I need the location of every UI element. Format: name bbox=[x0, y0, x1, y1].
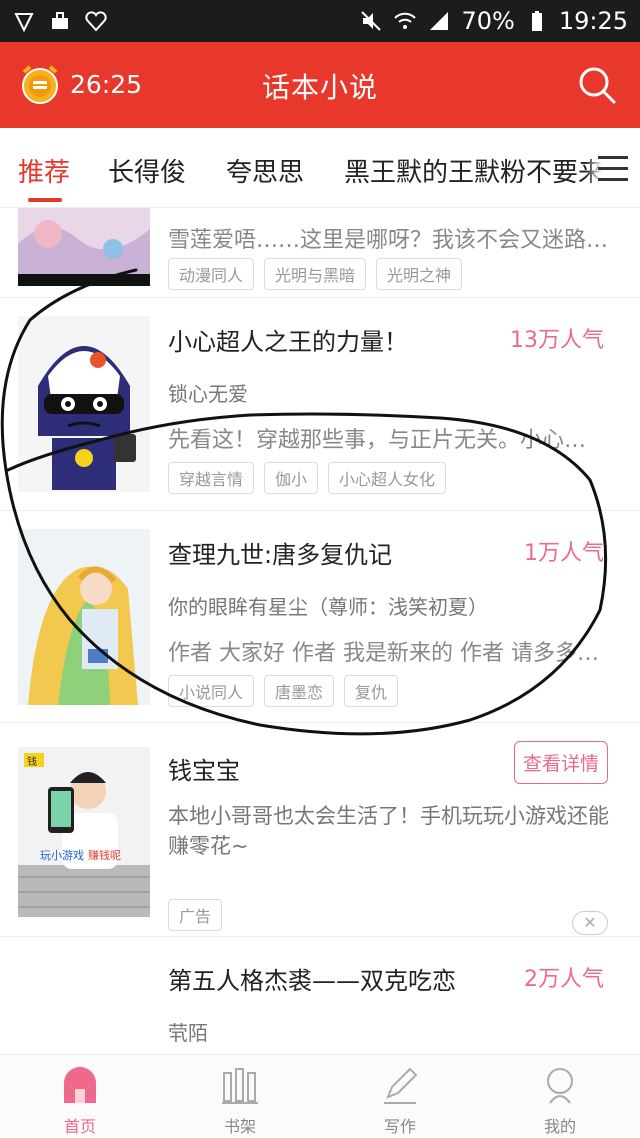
book-feed[interactable]: 雪莲爱唔……这里是哪呀？我该不会又迷路… 动漫同人 光明与黑暗 光明之神 小心超… bbox=[0, 208, 640, 1054]
nav-label: 我的 bbox=[543, 1117, 576, 1136]
tab-changdejun[interactable]: 长得俊 bbox=[108, 152, 186, 189]
app-header: 26:25 话本小说 bbox=[0, 42, 640, 128]
nav-write[interactable]: 写作 bbox=[320, 1055, 480, 1138]
ad-cover: 钱 玩小游戏 赚钱呢 bbox=[18, 747, 150, 917]
nav-label: 首页 bbox=[63, 1117, 96, 1136]
popularity: 1万人气 bbox=[524, 541, 604, 566]
pen-icon bbox=[384, 1067, 418, 1104]
shield-heart-icon bbox=[14, 13, 34, 33]
tab-recommend[interactable]: 推荐 bbox=[18, 152, 70, 189]
tag[interactable]: 小心超人女化 bbox=[328, 462, 447, 494]
nav-bookshelf[interactable]: 书架 bbox=[160, 1055, 320, 1138]
nav-label: 写作 bbox=[383, 1117, 416, 1136]
status-bar: 70% 19:25 bbox=[0, 0, 640, 42]
book-title: 查理九世:唐多复仇记 bbox=[168, 541, 393, 569]
profile-icon bbox=[547, 1068, 573, 1104]
book-tags: 动漫同人 光明与黑暗 光明之神 bbox=[168, 258, 463, 290]
ad-tags: 广告 bbox=[168, 899, 223, 931]
popularity: 13万人气 bbox=[510, 328, 604, 353]
tab-kuasisi[interactable]: 夸思思 bbox=[226, 152, 304, 189]
tag[interactable]: 复仇 bbox=[344, 675, 399, 707]
heart-badge-icon bbox=[85, 11, 107, 32]
tag[interactable]: 光明与黑暗 bbox=[264, 258, 367, 290]
clock: 19:25 bbox=[558, 7, 628, 35]
book-desc: 雪莲爱唔……这里是哪呀？我该不会又迷路… bbox=[168, 228, 609, 253]
nav-home[interactable]: 首页 bbox=[0, 1055, 160, 1138]
tag[interactable]: 光明之神 bbox=[376, 258, 463, 290]
book-author: 你的眼眸有星尘（尊师：浅笑初夏） bbox=[168, 595, 488, 619]
close-icon[interactable]: ✕ bbox=[572, 911, 608, 935]
tag[interactable]: 动漫同人 bbox=[168, 258, 255, 290]
ad-desc: 本地小哥哥也太会生活了！手机玩玩小游戏还能赚零花~ bbox=[168, 804, 609, 858]
bookshelf-icon bbox=[222, 1068, 258, 1104]
book-desc: 作者 大家好 作者 我是新来的 作者 请多多… bbox=[168, 641, 599, 666]
tag[interactable]: 伽小 bbox=[264, 462, 319, 494]
nav-label: 书架 bbox=[223, 1117, 256, 1136]
ad-cover-caption-b: 赚钱呢 bbox=[88, 849, 121, 862]
ad-cover-badge: 钱 bbox=[27, 757, 37, 768]
book-card[interactable]: 小心超人之王的力量！ 13万人气 锁心无爱 先看这！穿越那些事，与正片无关。小心… bbox=[0, 298, 640, 511]
mute-icon bbox=[361, 11, 382, 31]
book-author: 锁心无爱 bbox=[168, 382, 248, 406]
book-title: 小心超人之王的力量！ bbox=[168, 328, 408, 356]
wifi-icon bbox=[394, 12, 417, 29]
book-author: 茕陌 bbox=[168, 1021, 208, 1045]
signal-icon bbox=[430, 12, 449, 30]
category-tabs: 推荐 长得俊 夸思思 黑王默的王默粉不要来 bbox=[0, 128, 640, 208]
home-icon bbox=[64, 1067, 96, 1103]
book-tags: 小说同人 唐墨恋 复仇 bbox=[168, 675, 399, 707]
book-card[interactable]: 第五人格杰裘——双克吃恋 2万人气 茕陌 bbox=[0, 937, 640, 1054]
book-cover bbox=[18, 316, 150, 492]
book-card[interactable]: 查理九世:唐多复仇记 1万人气 你的眼眸有星尘（尊师：浅笑初夏） 作者 大家好 … bbox=[0, 511, 640, 723]
ad-cover-caption-a: 玩小游戏 bbox=[40, 849, 84, 862]
search-icon[interactable] bbox=[576, 64, 618, 106]
bottom-navigation: 首页 书架 写作 我的 bbox=[0, 1054, 640, 1138]
battery-percent: 70% bbox=[461, 7, 515, 35]
battery-icon bbox=[531, 11, 542, 31]
book-card[interactable]: 雪莲爱唔……这里是哪呀？我该不会又迷路… 动漫同人 光明与黑暗 光明之神 bbox=[0, 208, 640, 298]
app-title: 话本小说 bbox=[261, 71, 378, 104]
book-title: 第五人格杰裘——双克吃恋 bbox=[168, 967, 456, 995]
book-desc: 先看这！穿越那些事，与正片无关。小心… bbox=[168, 428, 587, 453]
active-tab-indicator bbox=[28, 198, 62, 202]
shopping-bag-icon bbox=[52, 12, 68, 29]
tag[interactable]: 穿越言情 bbox=[168, 462, 255, 494]
popularity: 2万人气 bbox=[524, 967, 604, 992]
book-cover bbox=[18, 208, 150, 286]
app-screen: 70% 19:25 26:25 话本小说 推荐 长得俊 夸思思 黑王默的王默粉不… bbox=[0, 0, 640, 1138]
tag[interactable]: 小说同人 bbox=[168, 675, 255, 707]
book-tags: 穿越言情 伽小 小心超人女化 bbox=[168, 462, 447, 494]
ad-card[interactable]: 钱 玩小游戏 赚钱呢 钱宝宝 查看详情 本地小哥哥也太会生活了！手机玩玩小游戏还… bbox=[0, 723, 640, 937]
book-cover bbox=[18, 529, 150, 705]
tag[interactable]: 唐墨恋 bbox=[264, 675, 335, 707]
ad-label: 广告 bbox=[168, 899, 223, 931]
ad-title: 钱宝宝 bbox=[168, 757, 240, 785]
nav-profile[interactable]: 我的 bbox=[480, 1055, 640, 1138]
tab-heiwangmo[interactable]: 黑王默的王默粉不要来 bbox=[344, 152, 604, 189]
menu-icon[interactable] bbox=[586, 128, 640, 207]
view-details-button[interactable]: 查看详情 bbox=[513, 741, 608, 784]
